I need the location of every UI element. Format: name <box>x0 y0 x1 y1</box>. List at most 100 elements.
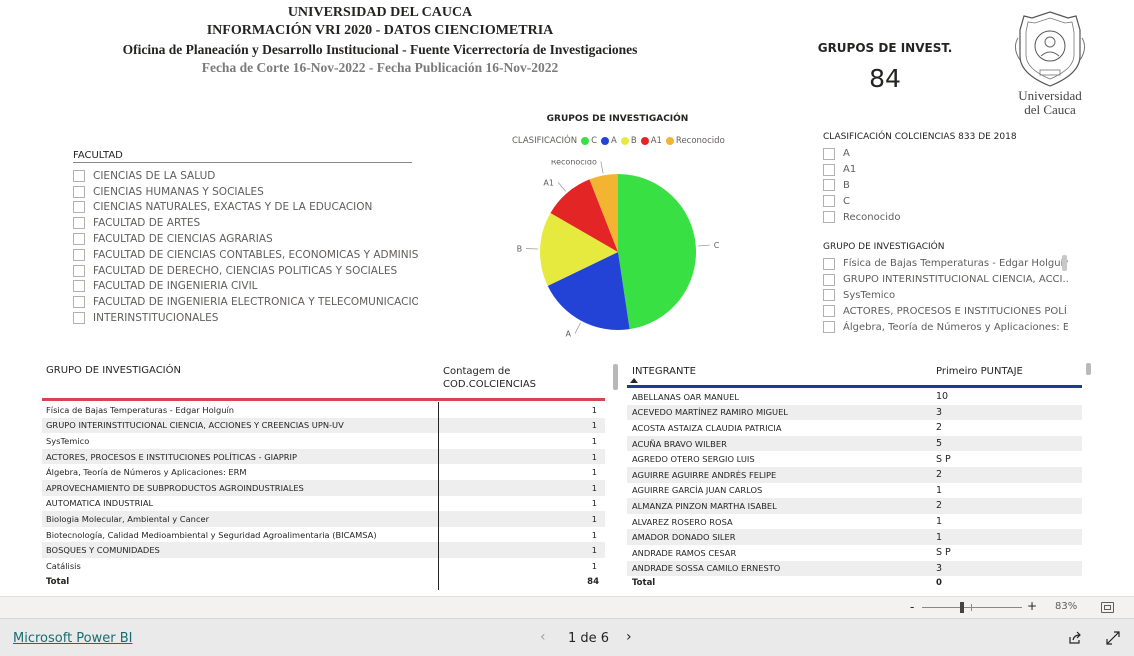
pie-legend-item-a1[interactable]: A1 <box>641 136 662 146</box>
checkbox-icon[interactable] <box>823 321 835 333</box>
sort-ascending-icon[interactable] <box>630 378 638 383</box>
fullscreen-icon[interactable] <box>1106 631 1120 645</box>
table-row[interactable]: ACUÑA BRAVO WILBER5 <box>627 436 1082 452</box>
count-cell: 1 <box>592 452 597 462</box>
legend-dot-icon <box>641 137 649 145</box>
checkbox-icon[interactable] <box>823 195 835 207</box>
table-row[interactable]: AGREDO OTERO SERGIO LUISS P <box>627 451 1082 467</box>
zoom-out-button[interactable]: - <box>910 600 914 614</box>
facultad-slicer-item-interinstitucionales[interactable]: INTERINSTITUCIONALES <box>73 310 418 326</box>
clasificacion-slicer-item-c[interactable]: C <box>823 193 1083 209</box>
table-row[interactable]: Biologia Molecular, Ambiental y Cancer1 <box>42 511 605 527</box>
checkbox-icon[interactable] <box>823 305 835 317</box>
pie-legend-item-a[interactable]: A <box>601 136 617 146</box>
table-row[interactable]: ALMANZA PINZON MARTHA ISABEL2 <box>627 498 1082 514</box>
pie-legend-item-c[interactable]: C <box>581 136 597 146</box>
integrante-table-header-col2[interactable]: Primeiro PUNTAJE <box>936 366 1023 377</box>
facultad-slicer-item-facultad-de-derecho-ciencias-politicas-y[interactable]: FACULTAD DE DERECHO, CIENCIAS POLITICAS … <box>73 263 418 279</box>
integrante-cell: ACEVEDO MARTÍNEZ RAMIRO MIGUEL <box>632 407 936 417</box>
previous-page-icon[interactable]: ‹ <box>540 629 546 645</box>
facultad-slicer-item-ciencias-naturales-exactas-y-de-la-educa[interactable]: CIENCIAS NATURALES, EXACTAS Y DE LA EDUC… <box>73 200 418 216</box>
pie-slice-c[interactable] <box>618 174 696 329</box>
facultad-slicer-item-ciencias-de-la-salud[interactable]: CIENCIAS DE LA SALUD <box>73 168 418 184</box>
table-row[interactable]: BOSQUES Y COMUNIDADES1 <box>42 542 605 558</box>
share-icon[interactable] <box>1068 631 1082 645</box>
table-row[interactable]: APROVECHAMIENTO DE SUBPRODUCTOS AGROINDU… <box>42 480 605 496</box>
checkbox-icon[interactable] <box>73 296 85 308</box>
checkbox-icon[interactable] <box>823 179 835 191</box>
table-row[interactable]: SysTemico1 <box>42 433 605 449</box>
facultad-slicer-item-facultad-de-ingenieria-civil[interactable]: FACULTAD DE INGENIERIA CIVIL <box>73 279 418 295</box>
clasificacion-slicer-item-label: B <box>843 180 850 191</box>
table-row[interactable]: Física de Bajas Temperaturas - Edgar Hol… <box>42 402 605 418</box>
facultad-slicer-item-facultad-de-ciencias-contables-economica[interactable]: FACULTAD DE CIENCIAS CONTABLES, ECONOMIC… <box>73 247 418 263</box>
zoom-slider-track[interactable] <box>922 607 1022 608</box>
checkbox-icon[interactable] <box>823 274 835 286</box>
next-page-icon[interactable]: › <box>626 629 632 645</box>
grupo-slicer-item-grupo-interinstitucional-ciencia-acci[interactable]: GRUPO INTERINSTITUCIONAL CIENCIA, ACCI..… <box>823 272 1068 288</box>
integrante-table-total-row: Total 0 <box>627 575 1082 590</box>
table-row[interactable]: ACTORES, PROCESOS E INSTITUCIONES POLÍTI… <box>42 449 605 465</box>
checkbox-icon[interactable] <box>823 148 835 160</box>
table-row[interactable]: AUTOMATICA INDUSTRIAL1 <box>42 496 605 512</box>
zoom-slider-thumb[interactable] <box>960 602 964 613</box>
grupo-slicer-list: Física de Bajas Temperaturas - Edgar Hol… <box>823 256 1068 335</box>
checkbox-icon[interactable] <box>73 233 85 245</box>
table-row[interactable]: AMADOR DONADO SILER1 <box>627 529 1082 545</box>
integrante-table-header-col1[interactable]: INTEGRANTE <box>632 366 696 377</box>
clasificacion-slicer-item-a1[interactable]: A1 <box>823 162 1083 178</box>
table-row[interactable]: ANDRADE SOSSA CAMILO ERNESTO3 <box>627 561 1082 577</box>
checkbox-icon[interactable] <box>73 265 85 277</box>
table-row[interactable]: Catálisis1 <box>42 558 605 574</box>
checkbox-icon[interactable] <box>823 289 835 301</box>
table-row[interactable]: GRUPO INTERINSTITUCIONAL CIENCIA, ACCION… <box>42 418 605 434</box>
grupo-slicer-scrollbar[interactable] <box>1062 255 1067 271</box>
grupo-slicer-item-actores-procesos-e-instituciones-poli[interactable]: ACTORES, PROCESOS E INSTITUCIONES POLÍ..… <box>823 303 1068 319</box>
grupo-table-header-col2[interactable]: Contagem de COD.COLCIENCIAS <box>443 365 553 391</box>
powerbi-brand-link[interactable]: Microsoft Power BI <box>13 631 132 646</box>
grupo-slicer-item-systemico[interactable]: SysTemico <box>823 288 1068 304</box>
pie-legend-item-reconocido[interactable]: Reconocido <box>666 136 725 146</box>
facultad-slicer-item-facultad-de-ciencias-agrarias[interactable]: FACULTAD DE CIENCIAS AGRARIAS <box>73 231 418 247</box>
checkbox-icon[interactable] <box>823 258 835 270</box>
clasificacion-slicer: CLASIFICACIÓN COLCIENCIAS 833 DE 2018 AA… <box>823 132 1083 225</box>
integrante-table-scrollbar[interactable] <box>1086 363 1091 375</box>
grupo-slicer-item-fisica-de-bajas-temperaturas-edgar-holgu[interactable]: Física de Bajas Temperaturas - Edgar Hol… <box>823 256 1068 272</box>
table-row[interactable]: ALVAREZ ROSERO ROSA1 <box>627 514 1082 530</box>
checkbox-icon[interactable] <box>73 280 85 292</box>
pie-data-label: Reconocido <box>551 160 597 167</box>
checkbox-icon[interactable] <box>73 201 85 213</box>
integrante-cell: ANDRADE SOSSA CAMILO ERNESTO <box>632 563 936 573</box>
table-row[interactable]: ABELLANAS OAR MANUEL10 <box>627 389 1082 405</box>
grupo-table-header-col1[interactable]: GRUPO DE INVESTIGACIÓN <box>46 365 181 376</box>
checkbox-icon[interactable] <box>73 312 85 324</box>
fit-to-page-icon[interactable] <box>1101 602 1114 613</box>
clasificacion-slicer-item-reconocido[interactable]: Reconocido <box>823 209 1083 225</box>
clasificacion-slicer-item-b[interactable]: B <box>823 178 1083 194</box>
checkbox-icon[interactable] <box>823 164 835 176</box>
checkbox-icon[interactable] <box>73 170 85 182</box>
checkbox-icon[interactable] <box>73 249 85 261</box>
grupo-slicer-item-algebra-teoria-de-numeros-y-aplicaciones[interactable]: Álgebra, Teoría de Números y Aplicacione… <box>823 319 1068 335</box>
checkbox-icon[interactable] <box>823 211 835 223</box>
grupo-table-scrollbar[interactable] <box>613 364 618 390</box>
table-row[interactable]: ACEVEDO MARTÍNEZ RAMIRO MIGUEL3 <box>627 405 1082 421</box>
table-row[interactable]: AGUIRRE GARCÍA JUAN CARLOS1 <box>627 483 1082 499</box>
facultad-slicer-item-label: FACULTAD DE INGENIERIA CIVIL <box>93 280 258 292</box>
checkbox-icon[interactable] <box>73 186 85 198</box>
grupo-slicer-item-label: Física de Bajas Temperaturas - Edgar Hol… <box>843 258 1068 269</box>
table-row[interactable]: Álgebra, Teoría de Números y Aplicacione… <box>42 464 605 480</box>
pie-legend-item-b[interactable]: B <box>621 136 637 146</box>
facultad-slicer-item-facultad-de-artes[interactable]: FACULTAD DE ARTES <box>73 215 418 231</box>
zoom-in-button[interactable]: + <box>1027 599 1037 613</box>
table-row[interactable]: Biotecnología, Calidad Medioambiental y … <box>42 527 605 543</box>
table-row[interactable]: ANDRADE RAMOS CESARS P <box>627 545 1082 561</box>
facultad-slicer-item-ciencias-humanas-y-sociales[interactable]: CIENCIAS HUMANAS Y SOCIALES <box>73 184 418 200</box>
pie-legend-label: A1 <box>651 136 662 146</box>
clasificacion-slicer-item-label: C <box>843 196 850 207</box>
clasificacion-slicer-item-a[interactable]: A <box>823 146 1083 162</box>
table-row[interactable]: ACOSTA ASTAIZA CLAUDIA PATRICIA2 <box>627 420 1082 436</box>
table-row[interactable]: AGUIRRE AGUIRRE ANDRÉS FELIPE2 <box>627 467 1082 483</box>
facultad-slicer-item-facultad-de-ingenieria-electronica-y-tel[interactable]: FACULTAD DE INGENIERIA ELECTRONICA Y TEL… <box>73 294 418 310</box>
checkbox-icon[interactable] <box>73 217 85 229</box>
